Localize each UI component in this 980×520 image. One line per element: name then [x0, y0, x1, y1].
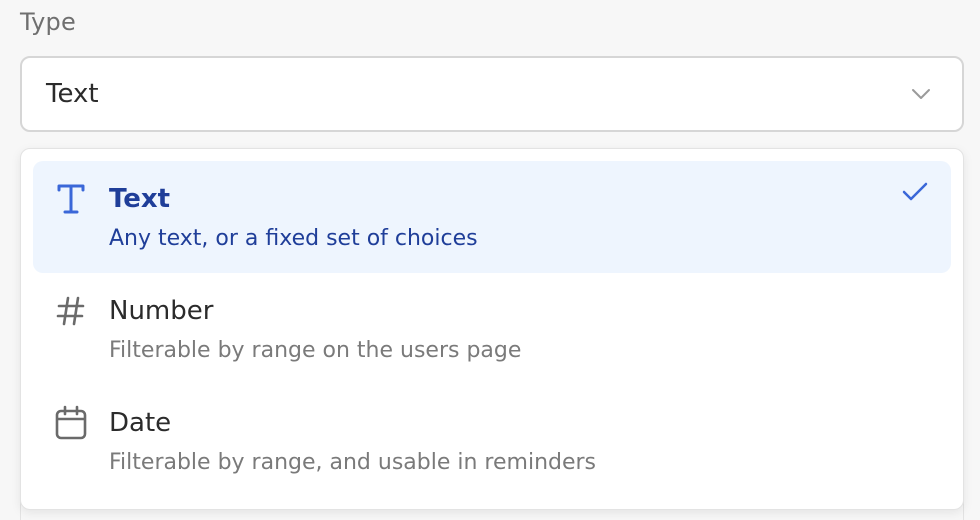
calendar-icon	[53, 403, 89, 443]
option-date[interactable]: Date Filterable by range, and usable in …	[33, 385, 951, 497]
type-field-label: Type	[20, 8, 76, 36]
type-dropdown-menu: Text Any text, or a fixed set of choices…	[20, 148, 964, 510]
option-title: Text	[109, 184, 171, 214]
option-title: Date	[109, 408, 172, 438]
check-icon	[901, 181, 929, 205]
type-select[interactable]: Text	[20, 56, 964, 132]
option-text[interactable]: Text Any text, or a fixed set of choices	[33, 161, 951, 273]
option-description: Any text, or a fixed set of choices	[109, 226, 478, 251]
option-description: Filterable by range on the users page	[109, 338, 522, 363]
chevron-down-icon[interactable]	[910, 83, 932, 105]
hash-icon	[53, 291, 89, 331]
type-select-value: Text	[46, 79, 99, 109]
text-type-icon	[53, 179, 89, 219]
option-number[interactable]: Number Filterable by range on the users …	[33, 273, 951, 385]
option-title: Number	[109, 296, 214, 326]
option-description: Filterable by range, and usable in remin…	[109, 450, 597, 475]
